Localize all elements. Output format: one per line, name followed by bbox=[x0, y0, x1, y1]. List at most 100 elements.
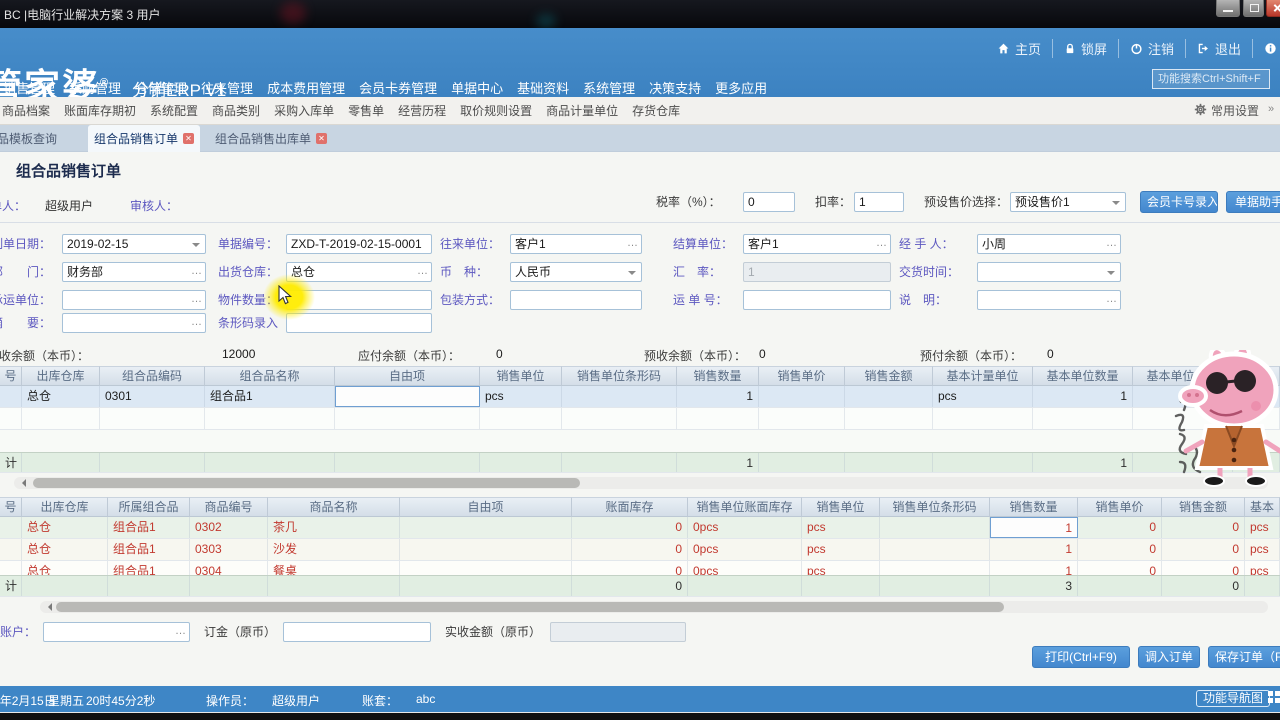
order-number-field[interactable]: ZXD-T-2019-02-15-0001 bbox=[286, 234, 432, 254]
order-date-field[interactable]: 2019-02-15 bbox=[62, 234, 206, 254]
delivery-time-field[interactable] bbox=[977, 262, 1121, 282]
tab-组合品销售订单[interactable]: 组合品销售订单✕ bbox=[88, 125, 200, 152]
save-order-button[interactable]: 保存订单（F8） bbox=[1208, 646, 1280, 668]
table-cell[interactable]: 0 bbox=[572, 539, 688, 560]
toolbar-item-零售单[interactable]: 零售单 bbox=[348, 102, 384, 119]
scroll-left-icon[interactable] bbox=[18, 479, 26, 487]
table-cell[interactable]: 0pcs bbox=[688, 517, 802, 538]
toolbar-item-商品档案[interactable]: 商品档案 bbox=[2, 102, 50, 119]
table-cell[interactable]: pcs bbox=[480, 386, 562, 407]
column-header[interactable]: 销售单位条形码 bbox=[880, 497, 990, 517]
table-cell[interactable] bbox=[0, 408, 22, 429]
table-cell[interactable] bbox=[100, 408, 205, 429]
column-header[interactable]: 基本计量单位 bbox=[933, 366, 1033, 386]
column-header[interactable]: 商品编号 bbox=[190, 497, 268, 517]
remark-field[interactable] bbox=[977, 290, 1121, 310]
currency-field[interactable]: 人民币 bbox=[510, 262, 642, 282]
customer-field[interactable]: 客户1 bbox=[510, 234, 642, 254]
column-header[interactable]: 销售单价 bbox=[759, 366, 845, 386]
account-field[interactable] bbox=[43, 622, 190, 642]
column-header[interactable]: 账面库存 bbox=[572, 497, 688, 517]
menu-item-系统管理[interactable]: 系统管理 bbox=[582, 78, 636, 97]
toolbar-item-系统配置[interactable]: 系统配置 bbox=[150, 102, 198, 119]
search-input[interactable]: 功能搜索Ctrl+Shift+F bbox=[1152, 69, 1270, 89]
column-header[interactable]: 自由项 bbox=[335, 366, 480, 386]
table-cell[interactable] bbox=[933, 408, 1033, 429]
column-header[interactable]: 基本单位数量 bbox=[1033, 366, 1133, 386]
toolbar-item-采购入库单[interactable]: 采购入库单 bbox=[274, 102, 334, 119]
column-header[interactable]: 出库仓库 bbox=[22, 497, 108, 517]
table-cell[interactable] bbox=[335, 408, 480, 429]
column-header[interactable]: 销售金额 bbox=[845, 366, 933, 386]
table-cell[interactable]: pcs bbox=[802, 539, 880, 560]
toolbar-item-取价规则设置[interactable]: 取价规则设置 bbox=[460, 102, 532, 119]
table-cell[interactable]: 1 bbox=[990, 539, 1078, 560]
member-card-button[interactable]: 会员卡号录入 bbox=[1140, 191, 1218, 213]
barcode-entry-field[interactable] bbox=[286, 313, 432, 333]
column-header[interactable]: 销售单位条形码 bbox=[562, 366, 677, 386]
menu-item-采购管理[interactable]: 采购管理 bbox=[68, 78, 122, 97]
menu-item-基础资料[interactable]: 基础资料 bbox=[516, 78, 570, 97]
column-header[interactable]: 销售数量 bbox=[990, 497, 1078, 517]
discount-rate-field[interactable]: 1 bbox=[854, 192, 904, 212]
toolbar-item-存货仓库[interactable]: 存货仓库 bbox=[632, 102, 680, 119]
menu-item-仓储管理[interactable]: 仓储管理 bbox=[134, 78, 188, 97]
table-cell[interactable]: 0 bbox=[1162, 539, 1245, 560]
table-cell[interactable] bbox=[1033, 408, 1133, 429]
table-cell[interactable] bbox=[880, 539, 990, 560]
carrier-field[interactable] bbox=[62, 290, 206, 310]
table-cell[interactable]: 1 bbox=[1033, 386, 1133, 407]
table-cell[interactable] bbox=[845, 408, 933, 429]
tab-组合品销售出库单[interactable]: 组合品销售出库单✕ bbox=[203, 125, 339, 152]
table-cell[interactable] bbox=[845, 386, 933, 407]
table-cell[interactable]: pcs bbox=[1245, 517, 1280, 538]
table-cell[interactable] bbox=[400, 539, 572, 560]
doc-assistant-button[interactable]: 单据助手 bbox=[1226, 191, 1280, 213]
grid-icon[interactable] bbox=[1268, 691, 1280, 705]
table-cell[interactable] bbox=[880, 517, 990, 538]
preset-price-select[interactable]: 预设售价1 bbox=[1010, 192, 1126, 212]
table-cell[interactable]: pcs bbox=[802, 517, 880, 538]
nav-item-退出[interactable]: 退出 bbox=[1185, 39, 1252, 58]
table-cell[interactable]: 茶几 bbox=[268, 517, 400, 538]
toolbar-item-经营历程[interactable]: 经营历程 bbox=[398, 102, 446, 119]
table-cell[interactable]: 0pcs bbox=[688, 539, 802, 560]
table-cell[interactable]: 沙发 bbox=[268, 539, 400, 560]
column-header[interactable]: 组合品名称 bbox=[205, 366, 335, 386]
maximize-button[interactable] bbox=[1243, 0, 1264, 17]
table-cell[interactable]: 0 bbox=[572, 517, 688, 538]
column-header[interactable]: 销售金额 bbox=[1162, 497, 1245, 517]
tax-rate-field[interactable]: 0 bbox=[743, 192, 795, 212]
table-cell[interactable] bbox=[22, 408, 100, 429]
load-order-button[interactable]: 调入订单 bbox=[1138, 646, 1200, 668]
table-cell[interactable] bbox=[0, 386, 22, 407]
menu-item-成本费用管理[interactable]: 成本费用管理 bbox=[266, 78, 346, 97]
table-cell[interactable]: 1 bbox=[990, 517, 1078, 538]
package-type-field[interactable] bbox=[510, 290, 642, 310]
table-cell[interactable]: 组合品1 bbox=[108, 539, 190, 560]
scroll-left-icon[interactable] bbox=[44, 603, 52, 611]
table-cell[interactable] bbox=[0, 539, 22, 560]
table-cell[interactable]: 0303 bbox=[190, 539, 268, 560]
table-cell[interactable] bbox=[480, 408, 562, 429]
column-header[interactable]: 销售单位账面库存 bbox=[688, 497, 802, 517]
summary-field[interactable] bbox=[62, 313, 206, 333]
nav-item-主页[interactable]: 主页 bbox=[986, 39, 1052, 58]
close-button[interactable] bbox=[1266, 0, 1280, 17]
table-cell[interactable] bbox=[205, 408, 335, 429]
column-header[interactable]: 自由项 bbox=[400, 497, 572, 517]
tab-close-icon[interactable]: ✕ bbox=[316, 133, 327, 144]
menu-item-往来管理[interactable]: 往来管理 bbox=[200, 78, 254, 97]
table-cell[interactable] bbox=[759, 386, 845, 407]
nav-item-帮助[interactable]: 帮助 bbox=[1252, 39, 1280, 58]
column-header[interactable]: 号 bbox=[0, 366, 22, 386]
print-button[interactable]: 打印(Ctrl+F9) bbox=[1032, 646, 1130, 668]
column-header[interactable]: 所属组合品 bbox=[108, 497, 190, 517]
table-cell[interactable]: 0302 bbox=[190, 517, 268, 538]
table-cell[interactable]: 组合品1 bbox=[205, 386, 335, 407]
table-cell[interactable] bbox=[335, 386, 480, 407]
warehouse-field[interactable]: 总仓 bbox=[286, 262, 432, 282]
column-header[interactable]: 销售单位 bbox=[802, 497, 880, 517]
table-cell[interactable] bbox=[0, 517, 22, 538]
table-cell[interactable] bbox=[400, 517, 572, 538]
